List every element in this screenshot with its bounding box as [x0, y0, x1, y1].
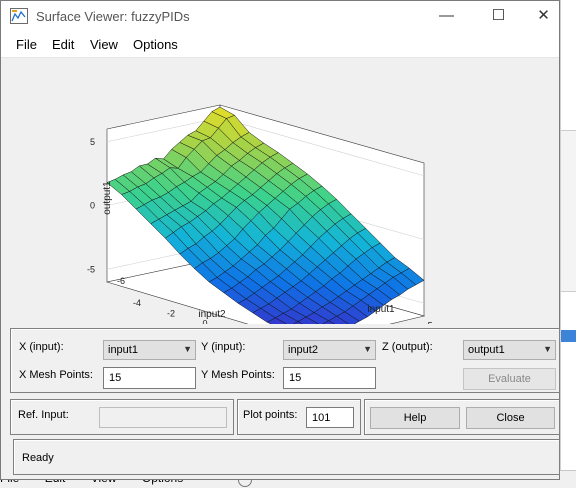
x-axis-label: input2 — [198, 309, 226, 320]
x-tick-label: -2 — [167, 308, 175, 318]
title-bar: Surface Viewer: fuzzyPIDs — ☐ ✕ — [1, 1, 559, 31]
surface-viewer-window: Surface Viewer: fuzzyPIDs — ☐ ✕ File Edi… — [0, 0, 560, 480]
y-input-select[interactable]: input2 ▼ — [283, 340, 376, 360]
z-tick-label: 0 — [90, 201, 95, 211]
z-axis-label: output1 — [102, 181, 113, 215]
x-mesh-value: 15 — [109, 372, 122, 384]
y-tick-label: -5 — [425, 320, 433, 324]
evaluate-button[interactable]: Evaluate — [463, 368, 556, 390]
y-input-value: input2 — [288, 344, 318, 356]
x-tick-label: -4 — [133, 298, 141, 308]
background-panel — [561, 130, 576, 292]
window-title: Surface Viewer: fuzzyPIDs — [36, 9, 190, 24]
y-input-label: Y (input): — [201, 341, 246, 353]
plot-points-panel: Plot points: 101 — [237, 399, 361, 435]
help-button[interactable]: Help — [370, 407, 460, 429]
ref-input-label: Ref. Input: — [18, 409, 69, 421]
status-panel: Ready — [13, 439, 560, 475]
z-output-value: output1 — [468, 344, 505, 356]
chevron-down-icon: ▼ — [543, 344, 552, 354]
ref-input-panel: Ref. Input: — [10, 399, 234, 435]
y-mesh-label: Y Mesh Points: — [201, 369, 275, 381]
menu-file[interactable]: File — [16, 37, 37, 52]
menu-options[interactable]: Options — [133, 37, 178, 52]
z-output-select[interactable]: output1 ▼ — [463, 340, 556, 360]
background-selection — [561, 330, 576, 342]
plot-points-value: 101 — [312, 412, 331, 424]
close-window-button[interactable]: ✕ — [521, 1, 566, 31]
surface-plot-area[interactable]: -4-20246-6-50550-5input2input1output1 — [6, 58, 558, 324]
x-mesh-label: X Mesh Points: — [19, 369, 93, 381]
x-input-select[interactable]: input1 ▼ — [103, 340, 196, 360]
buttons-panel: Help Close — [364, 399, 560, 435]
y-mesh-input[interactable]: 15 — [283, 367, 376, 389]
status-text: Ready — [22, 452, 54, 464]
x-input-label: X (input): — [19, 341, 64, 353]
chevron-down-icon: ▼ — [183, 344, 192, 354]
plot-points-label: Plot points: — [243, 409, 298, 421]
chevron-down-icon: ▼ — [363, 344, 372, 354]
matlab-figure-icon — [10, 8, 28, 24]
background-app — [560, 0, 576, 487]
x-input-value: input1 — [108, 344, 138, 356]
menu-view[interactable]: View — [90, 37, 118, 52]
maximize-button[interactable]: ☐ — [476, 1, 521, 31]
close-button[interactable]: Close — [466, 407, 555, 429]
menu-edit[interactable]: Edit — [52, 37, 74, 52]
menu-bar: File Edit View Options — [1, 31, 559, 58]
ref-input-field[interactable] — [99, 407, 227, 428]
z-output-label: Z (output): — [382, 341, 433, 353]
z-tick-label: -5 — [87, 264, 95, 274]
surface-plot[interactable]: -4-20246-6-50550-5input2input1output1 — [6, 58, 558, 324]
y-axis-label: input1 — [367, 304, 395, 315]
plot-points-input[interactable]: 101 — [306, 407, 354, 428]
z-tick-label: 5 — [90, 137, 95, 147]
variable-panel: X (input): input1 ▼ Y (input): input2 ▼ … — [10, 328, 560, 393]
x-mesh-input[interactable]: 15 — [103, 367, 196, 389]
y-mesh-value: 15 — [289, 372, 302, 384]
z-tick-label: -6 — [117, 276, 125, 286]
minimize-button[interactable]: — — [424, 1, 469, 31]
